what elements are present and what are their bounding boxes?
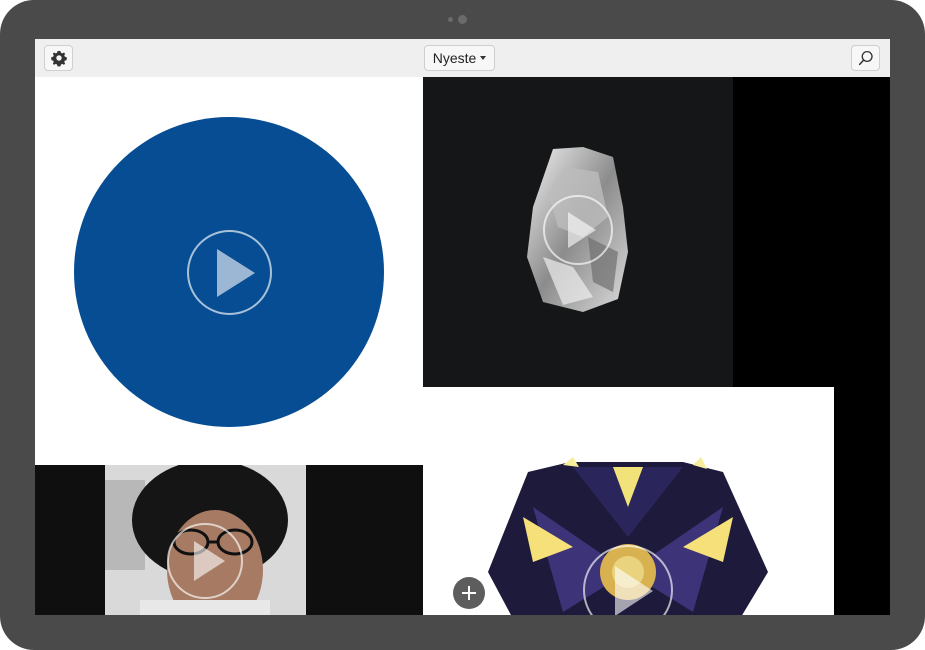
play-icon[interactable] [167, 523, 243, 599]
add-button[interactable] [453, 577, 485, 609]
app-screen: Nyeste [35, 39, 890, 615]
caret-down-icon [480, 56, 487, 60]
tile-crystal-video[interactable] [423, 77, 733, 387]
settings-button[interactable] [44, 45, 73, 71]
video-grid [35, 77, 890, 615]
tile-blue-circle-video[interactable] [35, 77, 423, 465]
front-camera [458, 15, 467, 24]
tablet-frame: Nyeste [0, 0, 925, 650]
tile-portrait-video[interactable] [35, 465, 423, 615]
camera-sensor [448, 17, 453, 22]
search-button[interactable] [851, 45, 880, 71]
tile-kaleidoscope-video[interactable] [423, 387, 834, 615]
play-icon[interactable] [187, 230, 272, 315]
sort-label: Nyeste [432, 50, 477, 66]
gear-icon [50, 50, 67, 67]
search-icon [858, 50, 873, 66]
sort-dropdown[interactable]: Nyeste [424, 45, 495, 71]
top-toolbar: Nyeste [35, 39, 890, 78]
play-icon[interactable] [543, 195, 613, 265]
plus-icon [462, 586, 476, 600]
